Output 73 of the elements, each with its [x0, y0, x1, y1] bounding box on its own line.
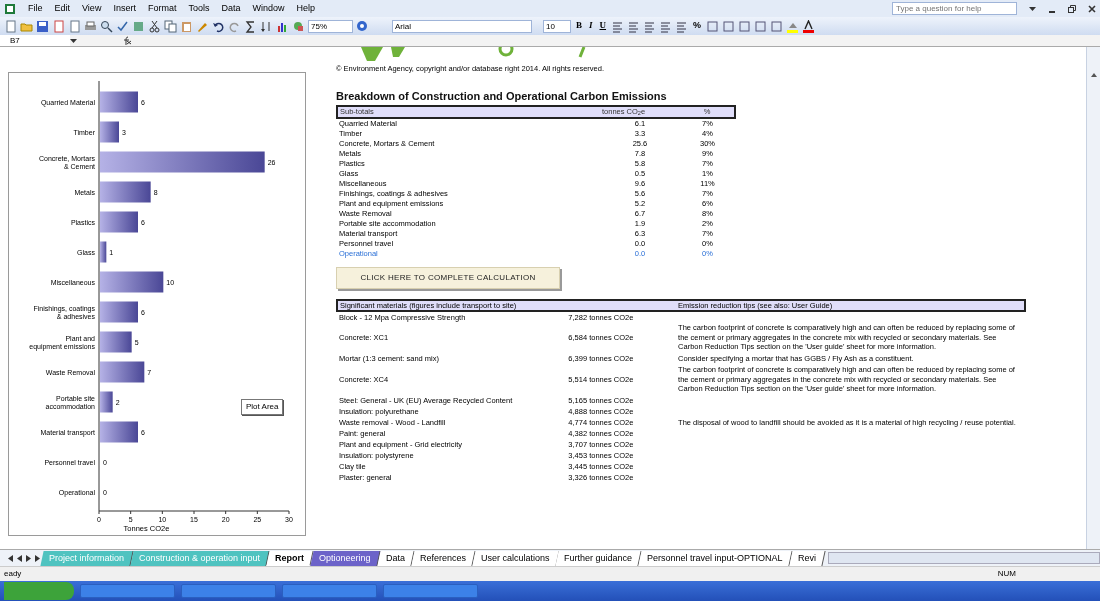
borders-icon[interactable] [770, 19, 784, 33]
menu-item[interactable]: Insert [113, 1, 136, 16]
page-icon[interactable] [52, 19, 65, 33]
next-sheet-icon[interactable] [24, 553, 33, 563]
bar [100, 121, 119, 143]
name-box[interactable]: B7 [0, 35, 70, 46]
format-button[interactable]: I [587, 19, 595, 33]
check-icon[interactable] [116, 19, 129, 33]
bar [100, 181, 151, 203]
close-icon[interactable] [1088, 4, 1096, 13]
magnifier-icon[interactable] [100, 19, 113, 33]
clipboard-icon[interactable] [180, 19, 193, 33]
restore-icon[interactable] [1068, 4, 1076, 13]
help-icon[interactable] [356, 20, 368, 32]
bar [100, 391, 113, 413]
printer-icon[interactable] [84, 19, 97, 33]
format-button[interactable]: B [574, 19, 584, 33]
menu-item[interactable]: View [82, 1, 102, 16]
excel-document-icon[interactable] [4, 2, 16, 15]
align-left-icon[interactable] [611, 19, 625, 33]
zoom-combo[interactable]: 75% [308, 19, 353, 33]
drawing-tools-icon[interactable] [292, 19, 305, 33]
status-indicator: NUM [997, 568, 1016, 580]
new-page-icon[interactable] [4, 19, 17, 33]
font-size-combo[interactable]: 10 [543, 19, 571, 33]
font-color-icon[interactable] [802, 19, 816, 33]
menu-item[interactable]: File [28, 1, 43, 16]
sort-icon[interactable] [260, 19, 273, 33]
dropdown-arrow-icon[interactable] [1029, 5, 1036, 12]
function-icon[interactable] [122, 35, 132, 46]
scissors-icon[interactable] [148, 19, 161, 33]
menu-item[interactable]: Window [252, 1, 285, 16]
report-title: Breakdown of Construction and Operational Carbon Emissions [336, 89, 668, 105]
sheet-tab[interactable]: Personnel travel input-OPTIONAL [638, 550, 793, 566]
font-combo[interactable]: Arial [392, 19, 532, 33]
complete-calculation-button[interactable]: CLICK HERE TO COMPLETE CALCULATION [336, 266, 560, 289]
menu-item[interactable]: Data [221, 1, 241, 16]
tooltip: Plot Area [241, 399, 284, 415]
menu-item[interactable]: Help [296, 1, 315, 16]
bar [100, 211, 138, 233]
menu-item[interactable]: Edit [54, 1, 71, 16]
sigma-icon[interactable] [244, 19, 257, 33]
menu-item[interactable]: Format [147, 1, 177, 16]
start-button[interactable] [4, 582, 74, 600]
scroll-up-icon[interactable] [1089, 71, 1098, 79]
horizontal-scrollbar[interactable] [827, 552, 1100, 564]
sheet-tab[interactable]: Data [377, 550, 415, 566]
menu-item[interactable]: Tools [188, 1, 210, 16]
bar [100, 271, 164, 293]
bar [100, 331, 132, 353]
bar [100, 241, 107, 263]
align-center-icon[interactable] [627, 19, 641, 33]
percent-button[interactable]: % [691, 19, 704, 33]
last-sheet-icon[interactable] [33, 553, 42, 563]
vertical-scrollbar[interactable] [1086, 47, 1100, 549]
align-right-icon[interactable] [643, 19, 657, 33]
sheet-tab[interactable]: User calculations [472, 550, 559, 566]
sheet-tab[interactable]: Further guidance [555, 550, 642, 566]
copy-icon[interactable] [164, 19, 177, 33]
help-search-field[interactable]: Type a question for help [892, 2, 1017, 15]
sheet-tab[interactable]: References [411, 550, 476, 566]
previous-sheet-icon[interactable] [15, 553, 24, 563]
bar [100, 91, 138, 113]
status-text: eady [4, 568, 22, 580]
sheet-tab[interactable]: Optioneering [310, 550, 381, 566]
sheet-tab[interactable]: Revi [789, 550, 826, 566]
first-sheet-icon[interactable] [6, 553, 15, 563]
format-button[interactable]: U [597, 19, 609, 33]
dropdown-arrow-icon[interactable] [70, 37, 77, 44]
bar [100, 421, 138, 443]
sheet-tab[interactable]: Report [266, 550, 314, 566]
bar [100, 361, 145, 383]
bar [100, 301, 138, 323]
